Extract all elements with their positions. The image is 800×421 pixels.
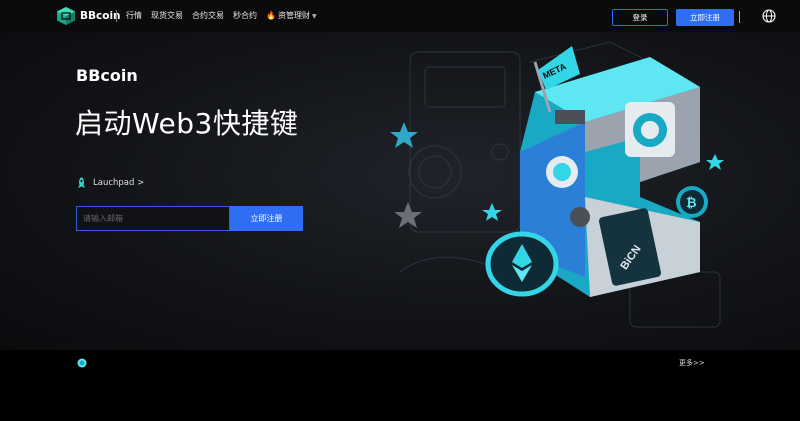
menu-item-wealth-label: 资管理财 <box>277 11 310 20</box>
rocket-icon <box>78 177 85 188</box>
star-icon <box>390 122 418 148</box>
coin-icon <box>77 358 87 368</box>
star-icon <box>706 154 724 170</box>
top-nav: BBcoin 行情 现货交易 合约交易 秒合约 🔥 资管理财 ▼ 登录 立即注册 <box>0 0 800 32</box>
bitcoin-coin: ₿ <box>676 186 708 218</box>
email-input[interactable]: 请输入邮箱 <box>76 206 230 231</box>
star-icon <box>482 203 502 221</box>
fire-icon: 🔥 <box>266 11 276 20</box>
nav-divider <box>116 10 117 22</box>
menu-item-wealth[interactable]: 🔥 资管理财 ▼ <box>266 10 317 21</box>
menu-item-seconds[interactable]: 秒合约 <box>233 10 257 21</box>
svg-text:₿: ₿ <box>686 195 697 210</box>
hero-illustration: META BiCN ₿ <box>390 41 724 328</box>
launchpad-link[interactable]: Lauchpad > <box>76 177 144 189</box>
brand-name: BBcoin <box>80 10 121 22</box>
hero-register-button[interactable]: 立即注册 <box>230 206 303 231</box>
logo-cube-icon <box>57 7 75 25</box>
hero-brand: BBcoin <box>76 66 138 85</box>
ethereum-coin <box>485 231 559 297</box>
menu-item-market[interactable]: 行情 <box>126 10 142 21</box>
nav-divider-right <box>739 11 740 23</box>
bottom-bar: 更多>> <box>0 350 800 421</box>
logo[interactable]: BBcoin <box>56 6 121 26</box>
register-button[interactable]: 立即注册 <box>676 9 734 26</box>
main-menu: 行情 现货交易 合约交易 秒合约 🔥 资管理财 ▼ <box>126 10 326 21</box>
globe-icon[interactable] <box>762 9 776 23</box>
launchpad-label: Lauchpad > <box>93 178 145 188</box>
menu-item-futures[interactable]: 合约交易 <box>192 10 224 21</box>
more-link[interactable]: 更多>> <box>679 358 705 368</box>
star-icon <box>394 202 422 228</box>
login-button[interactable]: 登录 <box>612 9 668 26</box>
hero-section: BBcoin 启动Web3快捷键 Lauchpad > 请输入邮箱 立即注册 M… <box>0 32 800 350</box>
hero-headline: 启动Web3快捷键 <box>75 107 299 140</box>
menu-item-spot[interactable]: 现货交易 <box>151 10 183 21</box>
chevron-down-icon: ▼ <box>311 13 317 20</box>
